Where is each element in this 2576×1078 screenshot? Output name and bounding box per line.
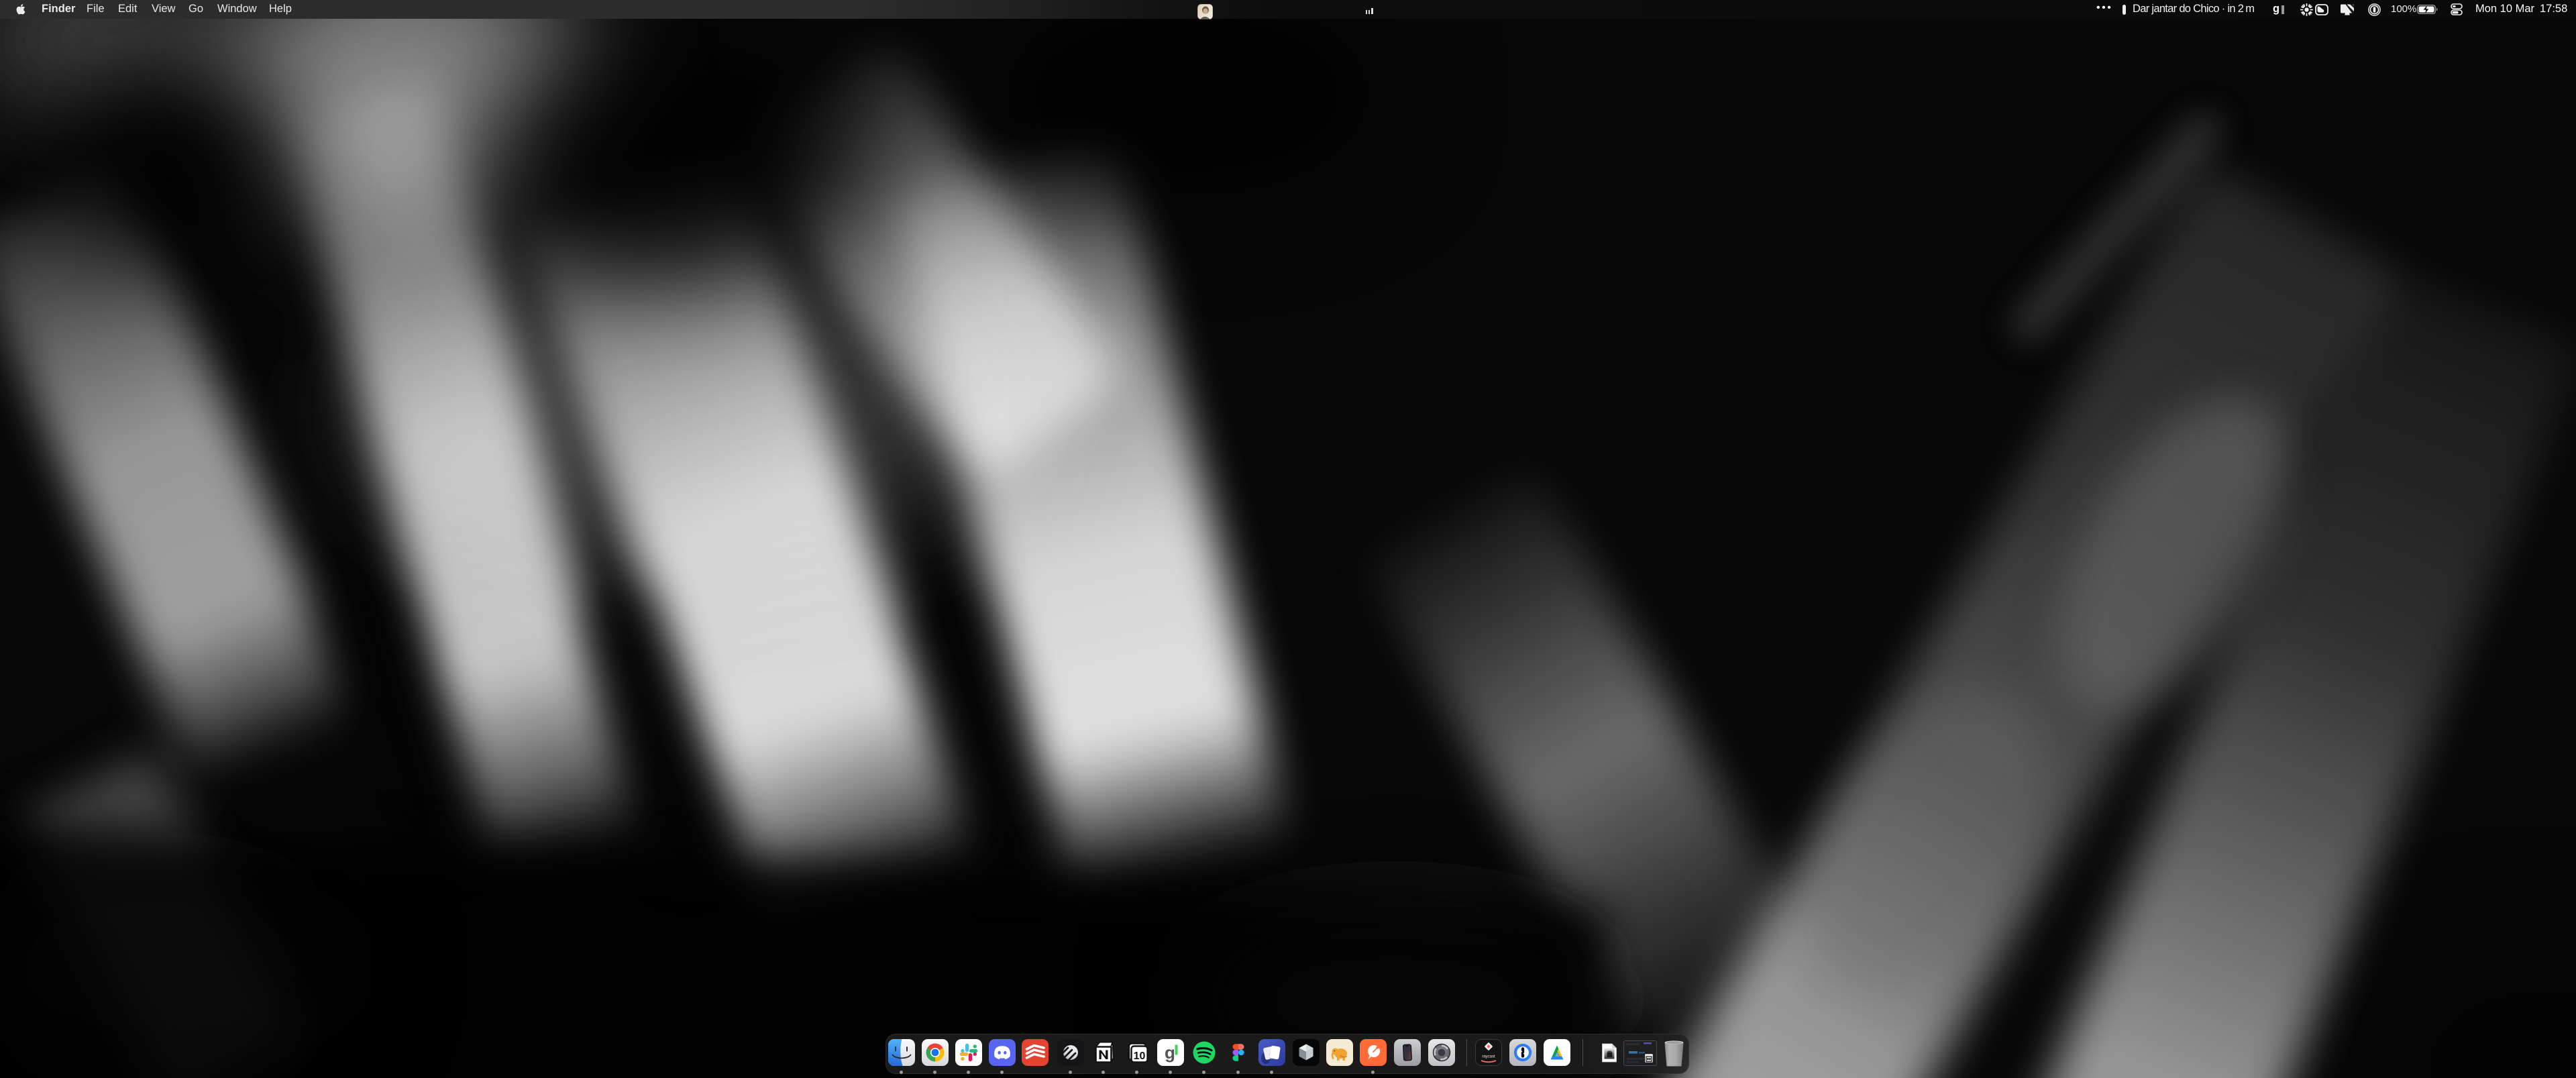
svg-text:g: g [1165, 1042, 1175, 1063]
svg-text:raycast: raycast [1482, 1055, 1495, 1059]
svg-text:10: 10 [1134, 1050, 1146, 1062]
